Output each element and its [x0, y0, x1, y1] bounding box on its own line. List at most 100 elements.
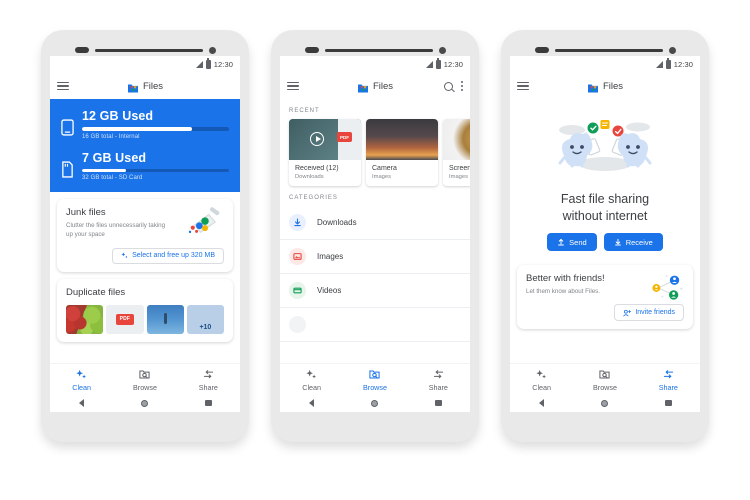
- duplicate-files-card[interactable]: Duplicate files PDF +10: [57, 278, 233, 342]
- system-back-icon[interactable]: [280, 399, 343, 407]
- battery-icon: [205, 58, 211, 69]
- battery-icon: [665, 58, 671, 69]
- thumbnail-overflow-count[interactable]: +10: [186, 304, 224, 334]
- screen-browse: 12:30 Files RECENT PDF Received (12) Dow…: [280, 56, 470, 412]
- system-home-icon[interactable]: [573, 399, 636, 407]
- system-recents-icon[interactable]: [407, 399, 470, 407]
- recent-section-label: RECENT: [289, 108, 320, 114]
- nav-item-clean[interactable]: Clean: [510, 369, 573, 392]
- app-brand: Files: [50, 81, 240, 92]
- speaker-oval-icon: [74, 47, 89, 53]
- download-icon: [614, 238, 621, 246]
- category-row-images[interactable]: Images: [280, 240, 470, 274]
- status-time: 12:30: [673, 60, 693, 69]
- nav-label-clean: Clean: [72, 382, 92, 392]
- signal-icon: [425, 61, 433, 68]
- storage-title: 7 GB Used: [82, 150, 147, 165]
- nav-label-browse: Browse: [363, 382, 387, 392]
- storage-row-sdcard[interactable]: 7 GB Used 32 GB total - SD Card: [61, 150, 229, 181]
- files-logo-icon: [357, 81, 369, 92]
- system-recents-icon[interactable]: [637, 399, 700, 407]
- storage-progress-track: [82, 168, 229, 173]
- phone-mockup-share: 12:30 Files Fast file sharing without in…: [501, 30, 709, 442]
- sparkle-icon: [536, 369, 547, 380]
- app-title: Files: [602, 80, 624, 92]
- screen-clean: 12:30 Files 12 GB Used 16 GB total - Int…: [50, 56, 240, 412]
- thumbnail-water[interactable]: [146, 304, 184, 334]
- category-row-videos[interactable]: Videos: [280, 274, 470, 308]
- invite-friends-button[interactable]: Invite friends: [614, 304, 684, 322]
- category-row-partial[interactable]: [280, 308, 470, 342]
- thumbnail-fruit[interactable]: [66, 304, 104, 334]
- speaker-oval-icon: [304, 47, 319, 53]
- person-add-icon: [623, 309, 632, 317]
- nav-item-clean[interactable]: Clean: [280, 369, 343, 392]
- junk-card-subtitle: Clutter the files unnecessarily taking u…: [66, 222, 166, 239]
- storage-row-internal[interactable]: 12 GB Used 16 GB total - Internal: [61, 109, 229, 140]
- play-icon: [310, 132, 324, 146]
- sparkle-clean-icon: [121, 252, 128, 259]
- friends-card-subtitle: Let them know about Files.: [526, 288, 600, 295]
- search-icon[interactable]: [443, 81, 453, 91]
- nav-item-browse[interactable]: Browse: [113, 369, 176, 392]
- select-and-free-up-button[interactable]: Select and free up 320 MB: [112, 247, 224, 264]
- thumbnail-pdf[interactable]: PDF: [106, 304, 144, 334]
- upload-icon: [558, 238, 565, 246]
- status-bar: 12:30: [510, 56, 700, 73]
- recent-card-received[interactable]: PDF Received (12) Downloads: [289, 119, 361, 186]
- sparkle-icon: [306, 369, 317, 380]
- signal-icon: [655, 61, 663, 68]
- hamburger-icon[interactable]: [57, 81, 69, 91]
- share-arrows-icon: [433, 369, 444, 380]
- recent-subtitle: Images: [372, 174, 392, 180]
- bottom-navigation: Clean Browse Share: [280, 362, 470, 413]
- recent-card-camera[interactable]: Camera Images: [366, 119, 438, 186]
- recent-thumbnail: [443, 119, 470, 160]
- categories-section-label: CATEGORIES: [289, 195, 338, 201]
- speaker-grille-icon: [94, 48, 203, 52]
- hamburger-icon[interactable]: [287, 81, 299, 91]
- overflow-menu-icon[interactable]: [460, 81, 463, 91]
- status-bar: 12:30: [280, 56, 470, 73]
- nav-item-share[interactable]: Share: [637, 369, 700, 392]
- status-bar: 12:30: [50, 56, 240, 73]
- better-with-friends-card[interactable]: Better with friends! Let them know about…: [517, 265, 693, 330]
- pdf-badge-label: PDF: [337, 132, 352, 142]
- recent-subtitle: Downloads: [295, 174, 324, 180]
- phone-mockup-clean: 12:30 Files 12 GB Used 16 GB total - Int…: [41, 30, 249, 442]
- junk-files-card[interactable]: Junk files Clutter the files unnecessari…: [57, 199, 233, 272]
- nav-label-browse: Browse: [133, 382, 157, 392]
- hamburger-icon[interactable]: [517, 81, 529, 91]
- system-back-icon[interactable]: [510, 399, 573, 407]
- storage-progress-fill: [82, 168, 127, 173]
- share-hero-title-line1: Fast file sharing: [560, 192, 650, 206]
- category-label: Downloads: [317, 218, 357, 227]
- nav-item-share[interactable]: Share: [177, 369, 240, 392]
- bottom-navigation: Clean Browse Share: [50, 362, 240, 412]
- nav-item-browse[interactable]: Browse: [573, 369, 636, 392]
- system-home-icon[interactable]: [343, 399, 406, 407]
- share-action-buttons: Send Receive: [522, 233, 688, 251]
- app-brand: Files: [280, 81, 470, 92]
- nav-item-browse[interactable]: Browse: [343, 369, 406, 392]
- system-back-icon[interactable]: [50, 399, 113, 407]
- files-logo-icon: [587, 81, 599, 92]
- system-recents-icon[interactable]: [177, 399, 240, 407]
- nav-item-share[interactable]: Share: [407, 369, 470, 392]
- sparkle-icon: [76, 369, 87, 380]
- speaker-oval-icon: [534, 47, 549, 53]
- file-sharing-illustration: [522, 113, 688, 185]
- system-home-icon[interactable]: [113, 399, 176, 407]
- invite-friends-label: Invite friends: [635, 309, 675, 317]
- share-arrows-icon: [663, 369, 674, 380]
- front-camera-icon: [208, 46, 216, 54]
- system-navigation-bar: [280, 396, 470, 413]
- friends-network-illustration: [652, 274, 684, 300]
- recent-card-screenshots[interactable]: Screen Images: [443, 119, 470, 186]
- category-row-downloads[interactable]: Downloads: [280, 206, 470, 240]
- receive-button[interactable]: Receive: [603, 233, 663, 251]
- storage-banner: 12 GB Used 16 GB total - Internal 7 GB U…: [50, 99, 240, 193]
- nav-item-clean[interactable]: Clean: [50, 369, 113, 392]
- send-button[interactable]: Send: [547, 233, 597, 251]
- select-and-free-up-label: Select and free up 320 MB: [132, 252, 215, 260]
